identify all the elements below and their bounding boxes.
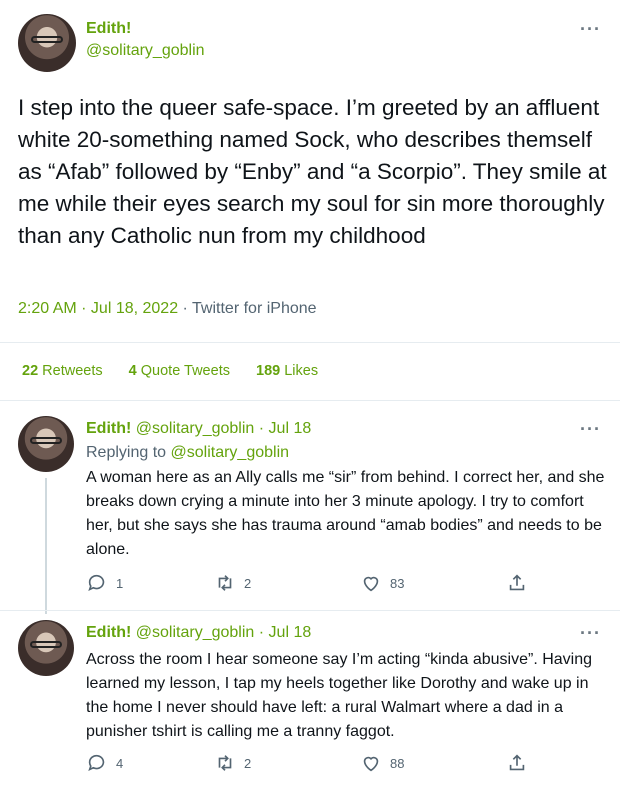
divider [0,342,620,343]
retweet-count: 2 [244,755,252,771]
glasses-detail [30,437,62,444]
retweet-button[interactable]: 2 [214,572,251,594]
reply-icon [88,754,105,771]
retweet-button[interactable]: 2 [214,752,251,774]
reply-tweet[interactable]: Edith! @solitary_goblin · Jul 18 ··· Acr… [0,614,620,800]
retweet-icon [218,755,232,771]
tweet-source: · Twitter for iPhone [178,300,317,317]
divider [0,610,620,611]
like-icon [363,576,379,592]
reply-header: Edith! @solitary_goblin · Jul 18 [86,624,311,642]
share-button[interactable] [506,752,528,774]
author-name[interactable]: Edith! [86,20,131,38]
reply-header: Edith! @solitary_goblin · Jul 18 [86,420,311,438]
author-name[interactable]: Edith! [86,624,131,641]
more-icon[interactable]: ··· [580,420,601,438]
share-icon [509,574,525,591]
avatar[interactable] [18,620,74,676]
author-name[interactable]: Edith! [86,420,131,437]
reply-text: Across the room I hear someone say I’m a… [86,651,593,740]
reply-date[interactable]: · Jul 18 [259,624,311,641]
like-button[interactable]: 88 [360,752,404,774]
divider [0,400,620,401]
retweet-icon [218,575,232,591]
retweet-count: 2 [244,575,252,591]
reply-button[interactable]: 4 [86,752,123,774]
engagement-stats: 22 Retweets 4 Quote Tweets 189 Likes [22,363,340,379]
action-bar: 4 2 88 [86,752,536,774]
tweet-text: I step into the queer safe-space. I’m gr… [18,95,607,248]
thread-line [45,478,47,614]
like-icon [363,756,379,772]
replying-to: Replying to @solitary_goblin [86,444,290,461]
tweet-timestamp[interactable]: 2:20 AM · Jul 18, 2022 [18,300,178,317]
author-handle[interactable]: @solitary_goblin [136,624,255,641]
avatar[interactable] [18,416,74,472]
quote-tweets-stat[interactable]: 4 Quote Tweets [129,363,230,379]
reply-count: 1 [116,575,124,591]
glasses-detail [30,641,62,648]
avatar[interactable] [18,14,76,72]
replying-to-handle[interactable]: @solitary_goblin [171,444,290,461]
retweets-stat[interactable]: 22 Retweets [22,363,103,379]
action-bar: 1 2 83 [86,572,536,594]
more-icon[interactable]: ··· [580,624,601,642]
author-handle[interactable]: @solitary_goblin [86,42,205,60]
reply-date[interactable]: · Jul 18 [259,420,311,437]
share-button[interactable] [506,572,528,594]
tweet-meta: 2:20 AM · Jul 18, 2022 · Twitter for iPh… [18,300,317,318]
glasses-detail [30,36,64,43]
like-count: 83 [390,575,405,591]
like-button[interactable]: 83 [360,572,404,594]
like-count: 88 [390,755,405,771]
more-icon[interactable]: ··· [580,20,601,38]
reply-text: A woman here as an Ally calls me “sir” f… [86,469,605,558]
likes-stat[interactable]: 189 Likes [256,363,318,379]
reply-button[interactable]: 1 [86,572,123,594]
reply-count: 4 [116,755,124,771]
author-handle[interactable]: @solitary_goblin [136,420,255,437]
share-icon [509,754,525,771]
reply-icon [88,574,105,591]
reply-tweet[interactable]: Edith! @solitary_goblin · Jul 18 ··· Rep… [0,410,620,614]
